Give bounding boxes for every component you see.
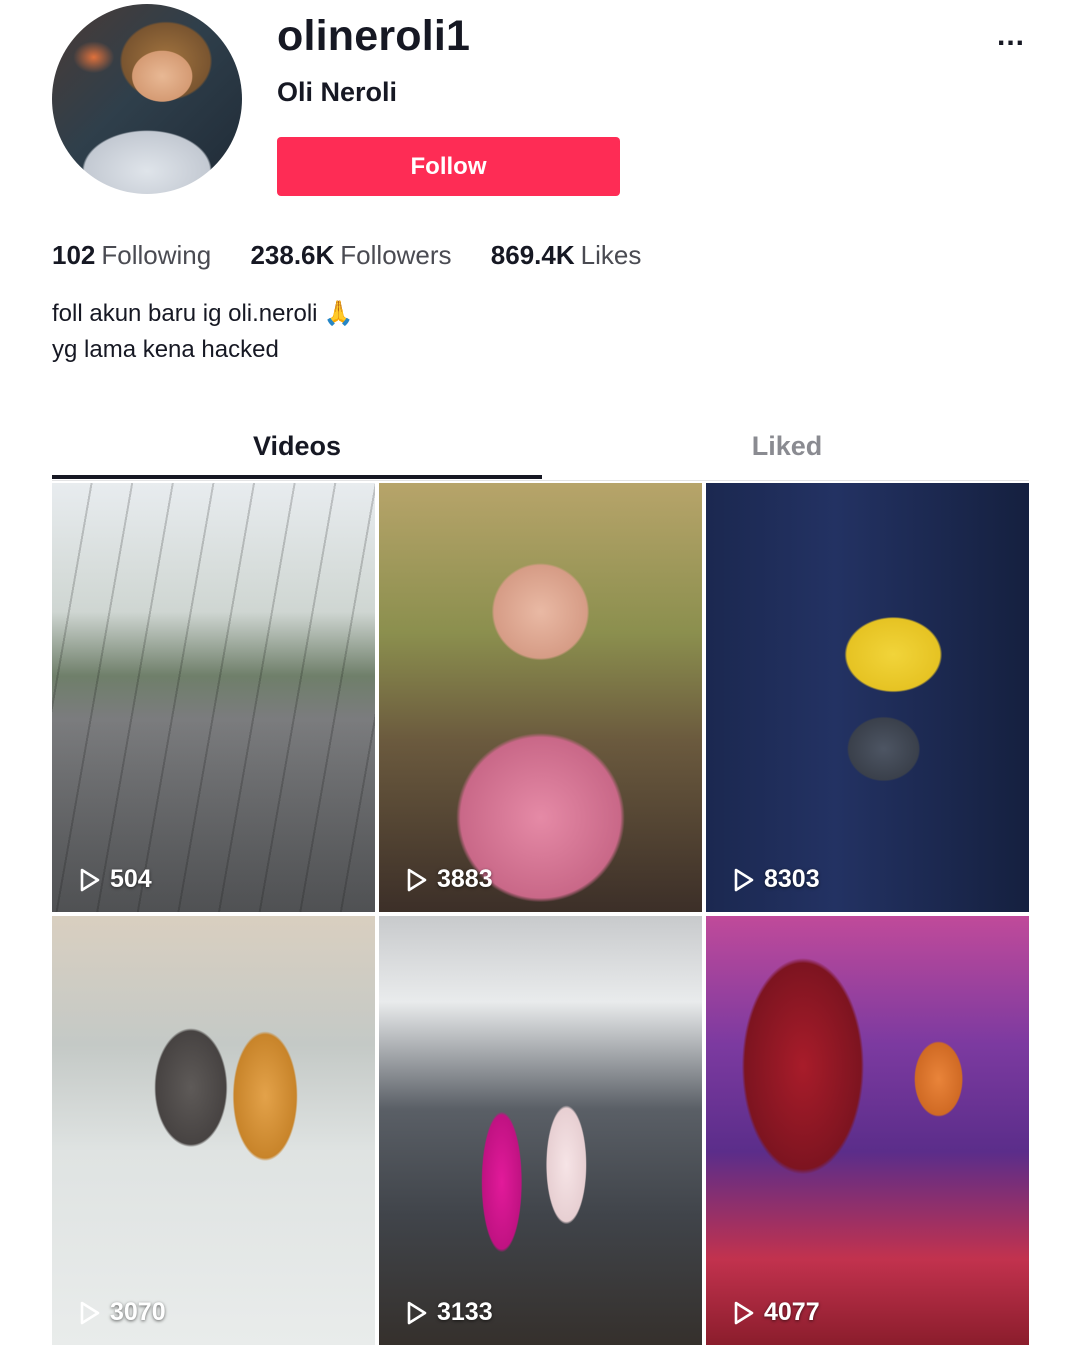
following-stat[interactable]: 102 Following (52, 240, 211, 271)
bio-line-2: yg lama kena hacked (52, 336, 279, 363)
view-count: 3883 (405, 865, 493, 894)
video-thumbnail[interactable]: 4077 (706, 916, 1029, 1345)
view-count-value: 8303 (764, 865, 820, 893)
video-thumbnail[interactable]: 3883 (379, 483, 702, 912)
profile-stats: 102 Following 238.6K Followers 869.4K Likes (52, 240, 673, 271)
play-icon (407, 868, 427, 891)
following-label: Following (101, 240, 212, 270)
view-count-value: 3070 (110, 1298, 166, 1326)
video-thumbnail[interactable]: 3133 (379, 916, 702, 1345)
view-count: 3070 (78, 1298, 166, 1327)
video-thumbnail[interactable]: 8303 (706, 483, 1029, 912)
username: olineroli1 (277, 12, 471, 60)
bio-line-1: foll akun baru ig oli.neroli (52, 300, 318, 327)
followers-count: 238.6K (250, 240, 335, 270)
play-icon (734, 868, 754, 891)
followers-stat[interactable]: 238.6K Followers (250, 240, 451, 271)
nickname: Oli Neroli (277, 77, 398, 107)
profile-tabs: Videos Liked (52, 420, 1029, 481)
follow-button[interactable]: Follow (277, 137, 620, 196)
following-count: 102 (52, 240, 96, 270)
play-icon (734, 1301, 754, 1324)
avatar[interactable] (52, 4, 242, 194)
view-count: 504 (78, 865, 152, 894)
bio: foll akun baru ig oli.neroli 🙏 yg lama ke… (52, 295, 353, 368)
view-count: 3133 (405, 1298, 493, 1327)
play-icon (80, 868, 100, 891)
likes-count: 869.4K (490, 240, 575, 270)
play-icon (407, 1301, 427, 1324)
likes-label: Likes (580, 240, 642, 270)
view-count: 4077 (732, 1298, 820, 1327)
view-count-value: 3133 (437, 1298, 493, 1326)
video-thumbnail[interactable]: 3070 (52, 916, 375, 1345)
play-icon (80, 1301, 100, 1324)
view-count: 8303 (732, 865, 820, 894)
folded-hands-icon: 🙏 (323, 299, 354, 327)
view-count-value: 3883 (437, 865, 493, 893)
tab-liked[interactable]: Liked (542, 420, 1032, 478)
followers-label: Followers (340, 240, 452, 270)
view-count-value: 504 (110, 865, 152, 893)
more-options-icon[interactable]: ... (985, 18, 1037, 58)
view-count-value: 4077 (764, 1298, 820, 1326)
tab-videos[interactable]: Videos (52, 420, 542, 479)
likes-stat: 869.4K Likes (491, 240, 642, 271)
video-grid: 504 3883 8303 3070 3133 4077 (52, 483, 1029, 1345)
video-thumbnail[interactable]: 504 (52, 483, 375, 912)
